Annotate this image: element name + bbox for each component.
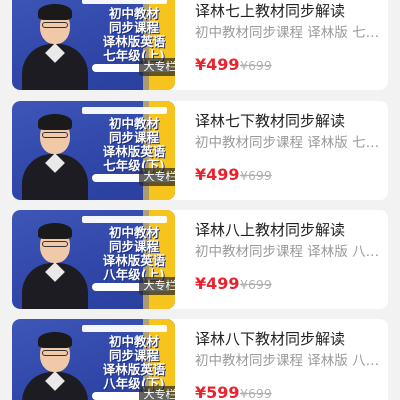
course-card[interactable]: 初中教材 同步课程 译林版英语 八年级(下) 大专栏 译林八下教材同步解读 初中… [12, 319, 388, 400]
course-price: ¥499 [195, 274, 240, 293]
course-price: ¥499 [195, 55, 240, 74]
cover-decoration [82, 0, 167, 4]
course-title[interactable]: 译林八上教材同步解读 [195, 219, 388, 240]
teacher-portrait [22, 0, 88, 90]
cover-title: 初中教材 同步课程 译林版英语 七年级(上) [102, 6, 166, 63]
cover-title: 初中教材 同步课程 译林版英语 八年级(上) [102, 225, 166, 282]
course-original-price: ¥699 [240, 277, 272, 292]
course-title[interactable]: 译林七下教材同步解读 [195, 110, 388, 131]
cover-title: 初中教材 同步课程 译林版英语 八年级(下) [102, 334, 166, 391]
course-original-price: ¥699 [240, 386, 272, 400]
course-cover-image[interactable]: 初中教材 同步课程 译林版英语 八年级(上) 大专栏 [12, 210, 175, 309]
column-badge: 大专栏 [139, 386, 175, 400]
cover-title: 初中教材 同步课程 译林版英语 七年级(下) [102, 116, 166, 173]
course-card[interactable]: 初中教材 同步课程 译林版英语 八年级(上) 大专栏 译林八上教材同步解读 初中… [12, 210, 388, 309]
column-badge: 大专栏 [139, 277, 175, 295]
course-title[interactable]: 译林七上教材同步解读 [195, 0, 388, 21]
teacher-portrait [22, 108, 88, 200]
teacher-portrait [22, 217, 88, 309]
course-card[interactable]: 初中教材 同步课程 译林版英语 七年级(上) 大专栏 译林七上教材同步解读 初中… [12, 0, 388, 90]
column-badge: 大专栏 [139, 168, 175, 186]
course-original-price: ¥699 [240, 168, 272, 183]
cover-decoration [82, 216, 167, 223]
course-subtitle: 初中教材同步课程 译林版 八年级... [195, 353, 388, 369]
course-cover-image[interactable]: 初中教材 同步课程 译林版英语 七年级(下) 大专栏 [12, 101, 175, 200]
course-title[interactable]: 译林八下教材同步解读 [195, 328, 388, 349]
course-subtitle: 初中教材同步课程 译林版 七年级... [195, 135, 388, 151]
course-price: ¥599 [195, 383, 240, 400]
course-subtitle: 初中教材同步课程 译林版 八年级... [195, 244, 388, 260]
cover-decoration [82, 325, 167, 332]
course-subtitle: 初中教材同步课程 译林版 七年级... [195, 25, 388, 41]
course-price: ¥499 [195, 165, 240, 184]
course-original-price: ¥699 [240, 58, 272, 73]
course-card[interactable]: 初中教材 同步课程 译林版英语 七年级(下) 大专栏 译林七下教材同步解读 初中… [12, 101, 388, 200]
course-cover-image[interactable]: 初中教材 同步课程 译林版英语 七年级(上) 大专栏 [12, 0, 175, 90]
cover-decoration [82, 107, 167, 114]
course-cover-image[interactable]: 初中教材 同步课程 译林版英语 八年级(下) 大专栏 [12, 319, 175, 400]
teacher-portrait [22, 326, 88, 400]
column-badge: 大专栏 [139, 58, 175, 76]
